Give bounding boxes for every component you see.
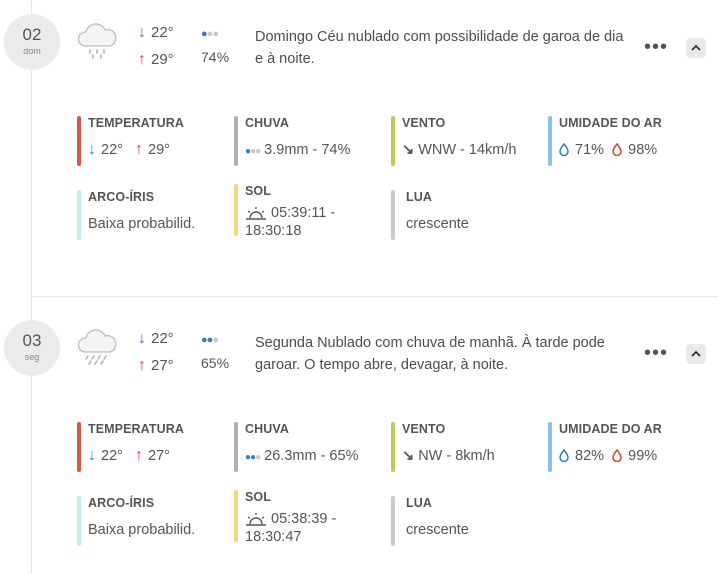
metric-humidity: UMIDADE DO AR 71% 98% <box>548 116 662 166</box>
humidity-drop-icon <box>559 449 569 462</box>
metric-label: VENTO <box>402 116 446 130</box>
metric-label: CHUVA <box>245 116 290 130</box>
metric-label: ARCO-ÍRIS <box>88 190 155 204</box>
temp-max: ↑ 29° <box>138 51 174 68</box>
metric-humidity: UMIDADE DO AR 82% 99% <box>548 422 662 472</box>
metric-rain: CHUVA ●●● 26.3mm - 65% <box>234 422 358 472</box>
arrow-down-icon: ↓ <box>138 24 146 41</box>
date-badge: 03 seg <box>4 320 60 376</box>
temp-max: ↑ 27° <box>138 357 174 374</box>
rain-drops-icon: ●●● <box>201 334 219 346</box>
rain-drops-icon: ●●● <box>245 452 261 463</box>
humidity-drop-icon <box>612 143 622 156</box>
wind-direction-icon: ↘ <box>402 448 415 464</box>
metric-rainbow: ARCO-ÍRIS Baixa probabilid. <box>77 496 195 546</box>
arrow-down-icon: ↓ <box>88 141 96 158</box>
wind-direction-icon: ↘ <box>402 142 415 158</box>
sunrise-icon <box>246 513 266 526</box>
date-number: 03 <box>22 331 42 350</box>
metric-moon: LUA crescente <box>391 190 469 240</box>
metric-wind: VENTO ↘ NW - 8km/h <box>391 422 495 472</box>
arrow-up-icon: ↑ <box>138 357 146 374</box>
metric-label: VENTO <box>402 422 446 436</box>
metric-label: TEMPERATURA <box>88 422 185 436</box>
metric-label: TEMPERATURA <box>88 116 185 130</box>
chevron-up-icon <box>691 44 701 51</box>
sunrise-icon <box>246 207 266 220</box>
date-number: 02 <box>22 25 42 44</box>
metric-rain: CHUVA ●●● 3.9mm - 74% <box>234 116 350 166</box>
metric-label: LUA <box>406 496 432 510</box>
more-options-button[interactable]: ••• <box>644 343 668 363</box>
cloud-drizzle-icon <box>77 23 117 59</box>
rain-probability: 74% <box>201 49 230 65</box>
rain-drops-icon: ●●● <box>201 28 219 40</box>
metric-sun: SOL 05:39:11 - 18:30:18 <box>234 184 335 240</box>
date-weekday: dom <box>23 46 41 56</box>
metric-label: UMIDADE DO AR <box>559 422 662 436</box>
metric-label: SOL <box>245 490 271 504</box>
arrow-down-icon: ↓ <box>138 330 146 347</box>
collapse-button[interactable] <box>686 344 706 364</box>
temp-min: ↓ 22° <box>138 24 174 41</box>
humidity-drop-icon <box>612 449 622 462</box>
timeline-line <box>31 0 32 574</box>
metric-sun: SOL 05:38:39 - 18:30:47 <box>234 490 336 546</box>
arrow-up-icon: ↑ <box>138 51 146 68</box>
metric-temperature: TEMPERATURA ↓ 22° ↑ 29° <box>77 116 185 166</box>
temp-min: ↓ 22° <box>138 330 174 347</box>
metric-label: SOL <box>245 184 271 198</box>
collapse-button[interactable] <box>686 38 706 58</box>
arrow-down-icon: ↓ <box>88 447 96 464</box>
more-options-button[interactable]: ••• <box>644 37 668 57</box>
metric-label: LUA <box>406 190 432 204</box>
chevron-up-icon <box>691 350 701 357</box>
day-divider <box>31 296 718 297</box>
rain-probability: 65% <box>201 355 230 371</box>
date-weekday: seg <box>24 352 40 362</box>
metric-rainbow: ARCO-ÍRIS Baixa probabilid. <box>77 190 195 240</box>
metric-wind: VENTO ↘ WNW - 14km/h <box>391 116 516 166</box>
arrow-up-icon: ↑ <box>135 447 144 464</box>
metric-label: UMIDADE DO AR <box>559 116 662 130</box>
date-badge: 02 dom <box>4 14 60 70</box>
cloud-rain-icon <box>77 329 117 365</box>
humidity-drop-icon <box>559 143 569 156</box>
metric-moon: LUA crescente <box>391 496 469 546</box>
rain-drops-icon: ●●● <box>245 146 261 157</box>
metric-temperature: TEMPERATURA ↓ 22° ↑ 27° <box>77 422 185 472</box>
metric-label: CHUVA <box>245 422 290 436</box>
arrow-up-icon: ↑ <box>135 141 144 158</box>
metric-label: ARCO-ÍRIS <box>88 496 155 510</box>
day-summary: Segunda Nublado com chuva de manhã. À ta… <box>255 335 605 373</box>
day-summary: Domingo Céu nublado com possibilidade de… <box>255 29 624 67</box>
